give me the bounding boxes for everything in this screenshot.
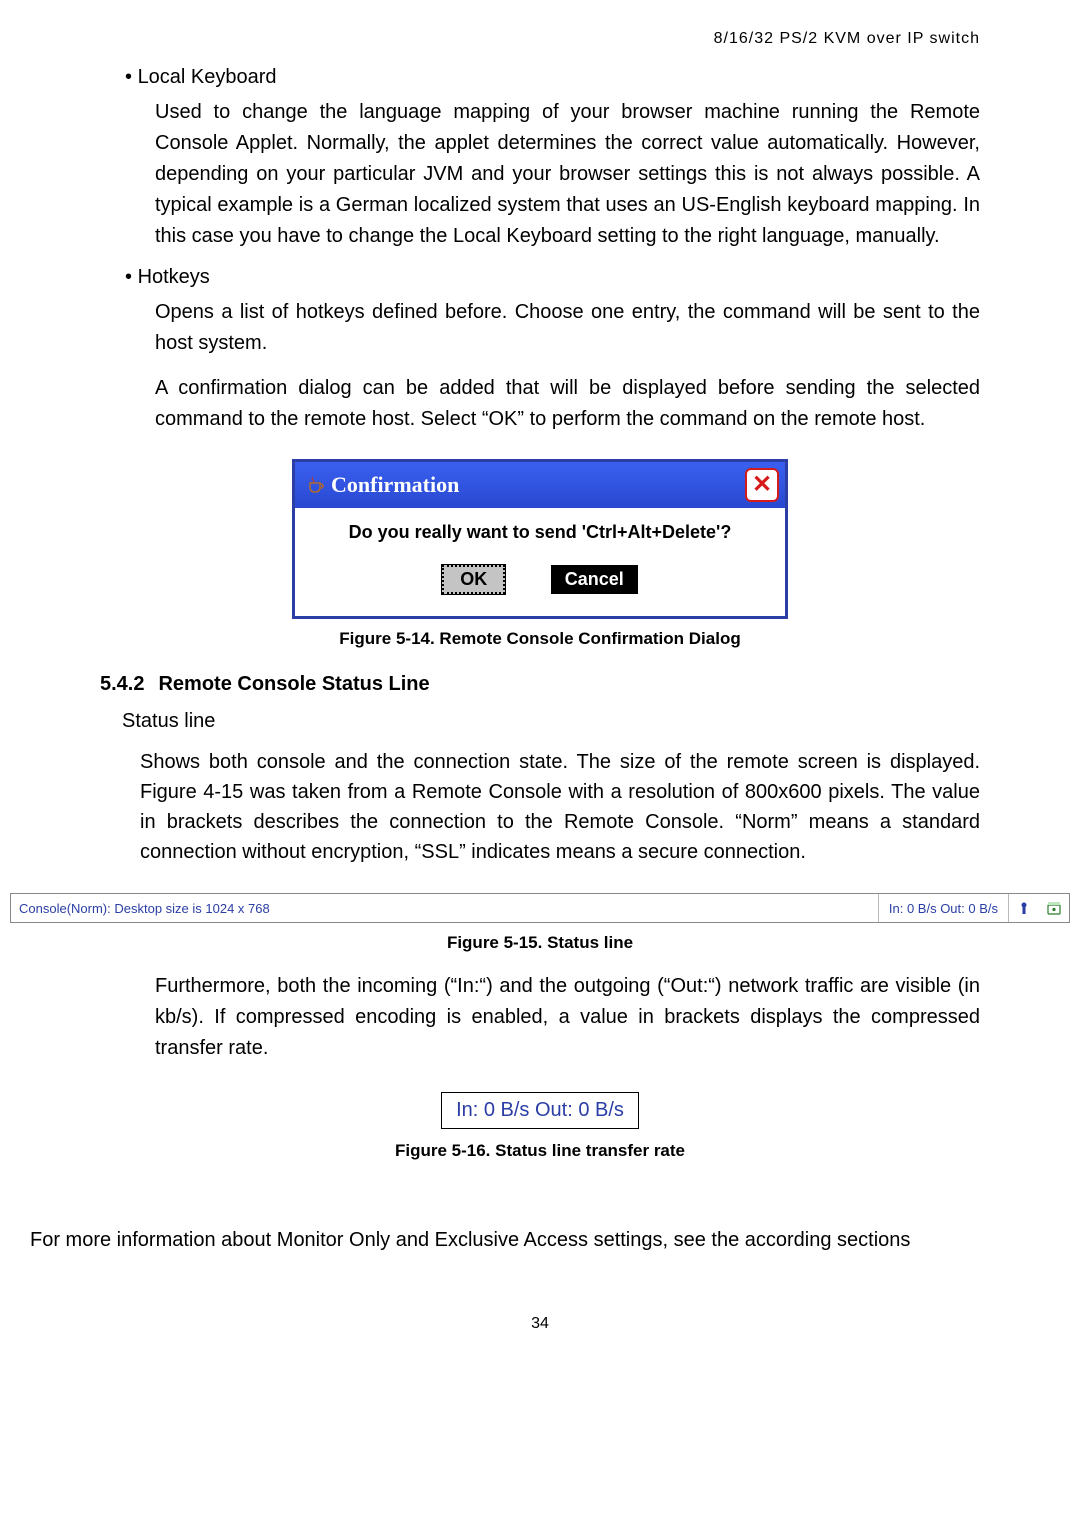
transfer-rate-box: In: 0 B/s Out: 0 B/s bbox=[441, 1092, 639, 1129]
page-header: 8/16/32 PS/2 KVM over IP switch bbox=[100, 30, 980, 48]
close-icon: ✕ bbox=[752, 473, 772, 497]
local-keyboard-body: Used to change the language mapping of y… bbox=[155, 97, 980, 252]
section-5-4-2-title: 5.4.2 Remote Console Status Line bbox=[100, 673, 980, 696]
furthermore-body: Furthermore, both the incoming (“In:“) a… bbox=[155, 971, 980, 1064]
confirmation-dialog: Confirmation ✕ Do you really want to sen… bbox=[292, 459, 788, 619]
exclusive-access-icon[interactable] bbox=[1047, 901, 1061, 915]
bullet-local-keyboard: Local Keyboard bbox=[125, 66, 980, 89]
dialog-message: Do you really want to send 'Ctrl+Alt+Del… bbox=[311, 522, 769, 543]
status-bar: Console(Norm): Desktop size is 1024 x 76… bbox=[10, 893, 1070, 923]
dialog-titlebar[interactable]: Confirmation ✕ bbox=[295, 462, 785, 508]
figure-14-caption: Figure 5-14. Remote Console Confirmation… bbox=[100, 629, 980, 649]
status-right-text: In: 0 B/s Out: 0 B/s bbox=[879, 894, 1009, 922]
close-button[interactable]: ✕ bbox=[745, 468, 779, 502]
hotkeys-body-1: Opens a list of hotkeys defined before. … bbox=[155, 297, 980, 359]
cancel-button[interactable]: Cancel bbox=[551, 565, 638, 594]
monitor-only-icon[interactable] bbox=[1017, 901, 1031, 915]
section-name: Remote Console Status Line bbox=[158, 673, 429, 695]
java-icon bbox=[305, 475, 325, 495]
status-left-text: Console(Norm): Desktop size is 1024 x 76… bbox=[11, 894, 879, 922]
bullet-hotkeys: Hotkeys bbox=[125, 266, 980, 289]
ok-button[interactable]: OK bbox=[442, 565, 505, 594]
more-info-line: For more information about Monitor Only … bbox=[0, 1225, 1080, 1255]
figure-16-caption: Figure 5-16. Status line transfer rate bbox=[100, 1141, 980, 1161]
hotkeys-body-2: A confirmation dialog can be added that … bbox=[155, 373, 980, 435]
section-number: 5.4.2 bbox=[100, 673, 144, 695]
page-number: 34 bbox=[0, 1315, 1080, 1333]
dialog-title: Confirmation bbox=[325, 472, 745, 498]
figure-15-caption: Figure 5-15. Status line bbox=[100, 933, 980, 953]
status-line-heading: Status line bbox=[122, 710, 980, 733]
status-line-body: Shows both console and the connection st… bbox=[140, 747, 980, 867]
status-icons bbox=[1009, 894, 1069, 922]
